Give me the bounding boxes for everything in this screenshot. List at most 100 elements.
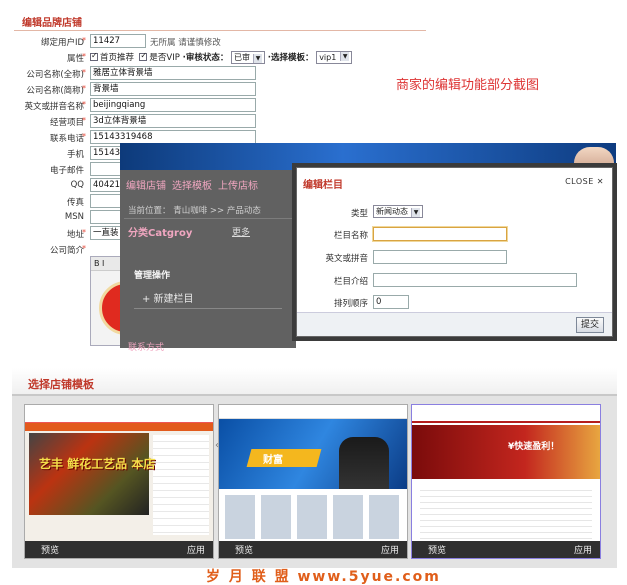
- column-name-input[interactable]: [373, 227, 507, 241]
- english-name-input[interactable]: beijingqiang: [90, 98, 256, 112]
- template-chooser: 选择店铺模板 艺丰 鲜花工艺品 本店 预览 应用 ‹ 财富 预览 应用 ¥快速盈…: [12, 368, 617, 568]
- required-star: *: [82, 36, 86, 45]
- shop-sign-text: 艺丰 鲜花工艺品 本店: [39, 457, 156, 471]
- submit-button[interactable]: 提交: [575, 317, 604, 333]
- form-title-divider: [14, 30, 426, 31]
- company-fullname-input[interactable]: 雅居立体背景墙: [90, 66, 256, 80]
- english-input[interactable]: [373, 250, 507, 264]
- homepage-recommend-checkbox[interactable]: [90, 51, 98, 61]
- company-shortname-input[interactable]: 背景墙: [90, 82, 256, 96]
- required-star: *: [82, 52, 86, 61]
- label-fax: 传真: [66, 198, 84, 208]
- intro-input[interactable]: [373, 273, 577, 287]
- template-1-thumbnail[interactable]: 艺丰 鲜花工艺品 本店: [25, 405, 213, 543]
- required-star: *: [82, 244, 86, 253]
- label-company-shortname: 公司名称(简称): [26, 86, 84, 96]
- thumb-header: [25, 405, 213, 423]
- label-english-name: 英文或拼音名称: [24, 102, 84, 112]
- thumb-banner-arrow: [246, 449, 322, 467]
- order-input[interactable]: 0: [373, 295, 409, 309]
- watermark-text: 岁 月 联 盟 www.5yue.com: [206, 569, 441, 585]
- thumb-body: [420, 485, 592, 539]
- new-column-link[interactable]: + 新建栏目: [142, 290, 194, 305]
- template-1-preview-button[interactable]: 预览: [41, 543, 59, 556]
- chevron-down-icon: ▼: [253, 54, 263, 63]
- thumb-sidebar: [153, 435, 209, 535]
- intro-label: 栏目介绍: [333, 277, 368, 287]
- attribute-controls: 首页推荐 是否VIP ·审核状态： 已审▼ ·选择模板： vip1▼: [90, 51, 353, 64]
- thumb-people: [339, 437, 389, 489]
- order-label: 排列顺序: [333, 299, 368, 309]
- template-3-actions: 预览 应用: [412, 541, 600, 558]
- template-card-1[interactable]: 艺丰 鲜花工艺品 本店 预览 应用: [24, 404, 214, 559]
- nav-upload-logo[interactable]: 上传店标: [218, 181, 258, 192]
- label-mobile: 手机: [66, 150, 84, 160]
- user-id-note: 无所属 请谨慎修改: [150, 38, 221, 48]
- banner-wealth-text: 财富: [263, 455, 283, 466]
- row-type: 类型 新闻动态 ▼: [297, 205, 612, 221]
- row-company-shortname: 公司名称(简称) * 背景墙: [14, 82, 426, 98]
- row-english: 英文或拼音: [297, 250, 612, 266]
- close-button[interactable]: CLOSE ✕: [565, 177, 604, 186]
- breadcrumb: 当前位置： 青山咖啡 >> 产品动态: [128, 206, 261, 216]
- annotation-text: 商家的编辑功能部分截图: [396, 78, 540, 93]
- template-3-thumbnail[interactable]: ¥快速盈利！: [412, 405, 600, 543]
- thumb-banner: ¥快速盈利！: [412, 425, 600, 479]
- row-company-fullname: 公司名称(全称) * 雅居立体背景墙: [14, 66, 426, 82]
- column-name-label: 栏目名称: [333, 231, 368, 241]
- template-3-preview-button[interactable]: 预览: [428, 543, 446, 556]
- thumb-header: [219, 405, 407, 419]
- template-card-2[interactable]: 财富 预览 应用: [218, 404, 408, 559]
- template-select[interactable]: vip1 ▼: [316, 51, 353, 64]
- row-english-name: 英文或拼音名称 * beijingqiang: [14, 98, 426, 114]
- row-user-id: 绑定用户ID * 11427 无所属 请谨慎修改: [14, 34, 426, 50]
- edit-column-modal: 编辑栏目 CLOSE ✕ 类型 新闻动态 ▼ 栏目名称 英文或拼音 栏目介绍 排列…: [292, 163, 617, 341]
- divider: [134, 308, 282, 309]
- label-business: 经营项目: [49, 118, 84, 128]
- row-column-name: 栏目名称: [297, 227, 612, 243]
- store-admin-panel: 编辑店铺 选择模板 上传店标 当前位置： 青山咖啡 >> 产品动态 分类Catgro…: [120, 170, 296, 353]
- homepage-recommend-label: 首页推荐: [100, 53, 135, 63]
- label-email: 电子邮件: [49, 166, 84, 176]
- vip-checkbox[interactable]: [139, 51, 148, 61]
- contact-heading: 联系方式: [128, 343, 165, 353]
- template-2-thumbnail[interactable]: 财富: [219, 405, 407, 543]
- required-star: *: [82, 116, 86, 125]
- english-label: 英文或拼音: [325, 254, 368, 264]
- template-1-apply-button[interactable]: 应用: [187, 543, 205, 556]
- more-link[interactable]: 更多: [232, 225, 250, 238]
- user-id-input[interactable]: 11427: [90, 34, 146, 48]
- required-star: *: [82, 132, 86, 141]
- template-card-3[interactable]: ¥快速盈利！ 预览 应用: [411, 404, 601, 559]
- business-input[interactable]: 3d立体背景墙: [90, 114, 256, 128]
- type-label: 类型: [350, 209, 368, 219]
- template-2-apply-button[interactable]: 应用: [381, 543, 399, 556]
- vip-label: 是否VIP: [149, 53, 180, 63]
- modal-footer: 提交: [297, 312, 612, 336]
- template-chooser-title: 选择店铺模板: [28, 378, 94, 391]
- audit-status-select[interactable]: 已审 ▼: [231, 51, 266, 64]
- nav-select-template[interactable]: 选择模板: [172, 181, 212, 192]
- label-user-id: 绑定用户ID: [40, 38, 84, 48]
- label-phone: 联系电话: [49, 134, 84, 144]
- thumb-product-grid: [225, 495, 401, 539]
- required-star: *: [82, 68, 86, 77]
- required-star: *: [82, 228, 86, 237]
- chevron-down-icon: ▼: [411, 208, 420, 217]
- phone-input[interactable]: 15143319468: [90, 130, 256, 144]
- template-2-actions: 预览 应用: [219, 541, 407, 558]
- template-1-actions: 预览 应用: [25, 541, 213, 558]
- modal-body: 编辑栏目 CLOSE ✕ 类型 新闻动态 ▼ 栏目名称 英文或拼音 栏目介绍 排列…: [296, 167, 613, 337]
- modal-title: 编辑栏目: [303, 180, 343, 191]
- type-select[interactable]: 新闻动态 ▼: [373, 205, 423, 218]
- required-star: *: [82, 100, 86, 109]
- category-title: 分类Catgroy: [128, 228, 193, 239]
- thumb-shop-photo: 艺丰 鲜花工艺品 本店: [29, 433, 155, 515]
- template-3-apply-button[interactable]: 应用: [574, 543, 592, 556]
- nav-edit-store[interactable]: 编辑店铺: [126, 181, 166, 192]
- row-order: 排列顺序 0: [297, 295, 612, 311]
- form-title: 编辑品牌店铺: [22, 18, 82, 29]
- store-nav: 编辑店铺 选择模板 上传店标: [126, 177, 264, 192]
- banner-slogan-text: ¥快速盈利！: [508, 442, 560, 452]
- template-2-preview-button[interactable]: 预览: [235, 543, 253, 556]
